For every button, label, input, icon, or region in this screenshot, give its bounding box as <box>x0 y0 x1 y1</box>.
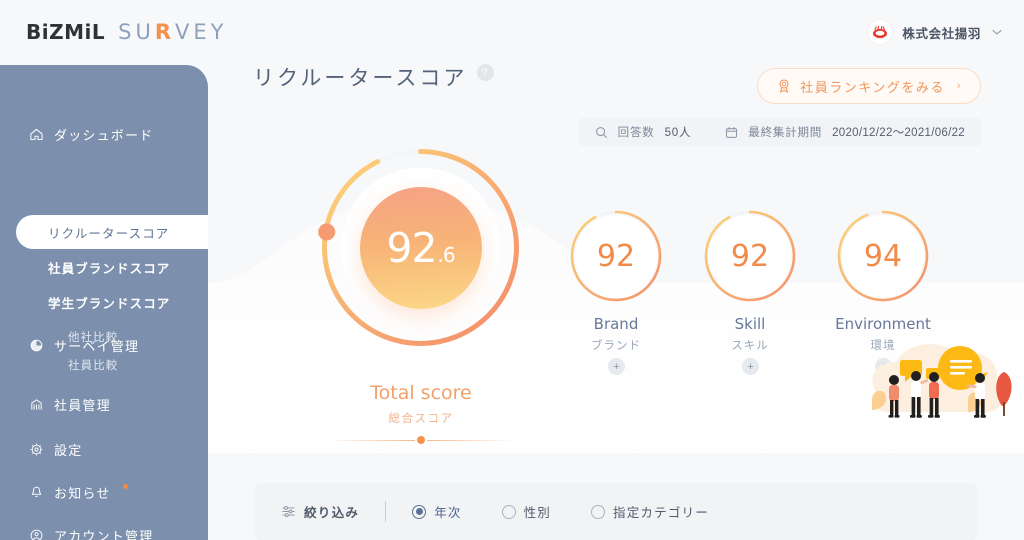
search-icon <box>595 126 608 139</box>
radio-icon-category[interactable] <box>591 504 606 519</box>
filter-label-group: 絞り込み <box>281 502 359 521</box>
filter-icon <box>281 504 296 519</box>
page-title-text: リクルータースコア <box>253 67 468 90</box>
skill-gauge: 92 <box>702 208 798 304</box>
period-value: 2020/12/22〜2021/06/22 <box>832 127 965 139</box>
brand-expand-button[interactable]: + <box>608 358 625 375</box>
filter-label-text: 絞り込み <box>304 506 360 520</box>
brand-gauge-name-jp: ブランド <box>591 340 641 352</box>
sidebar-item-settings[interactable]: 設定 <box>0 432 82 466</box>
people-illustration <box>864 330 1024 438</box>
help-icon[interactable]: ? <box>477 64 495 81</box>
sidebar-item-recruiter-score[interactable]: リクルータースコア <box>16 215 208 249</box>
responses-value: 50人 <box>664 127 692 139</box>
sidebar-item-student-brand-score-label: 学生ブランドスコア <box>48 296 171 311</box>
filter-option-nenji-label: 年次 <box>434 506 462 520</box>
sidebar-item-dashboard-label: ダッシュボード <box>54 127 154 143</box>
sidebar-item-account-management[interactable]: アカウント管理 <box>0 518 153 540</box>
filter-option-category[interactable]: 指定カテゴリー <box>591 502 709 521</box>
filter-option-category-label: 指定カテゴリー <box>613 506 709 520</box>
survey-icon <box>28 337 44 353</box>
sidebar-item-survey-management[interactable]: サーベイ管理 <box>0 328 139 362</box>
filter-divider <box>385 501 387 522</box>
sidebar-item-employee-brand-score[interactable]: 社員ブランドスコア <box>0 250 170 284</box>
main-content: リクルータースコア ? 社員ランキングをみる › 回答数 50人 最終集計期間 … <box>208 0 1024 540</box>
logo-survey-r: R <box>154 20 175 44</box>
total-score-value: 92.6 <box>386 223 456 272</box>
view-employee-ranking-button[interactable]: 社員ランキングをみる › <box>757 68 981 104</box>
gear-icon <box>28 441 44 457</box>
carousel-line-right <box>427 439 515 441</box>
responses-label: 回答数 <box>617 127 655 139</box>
sidebar-item-employee-management[interactable]: 社員管理 <box>0 387 111 421</box>
home-icon <box>28 126 44 142</box>
view-employee-ranking-label: 社員ランキングをみる <box>800 79 945 95</box>
total-score-integer: 92 <box>386 223 437 272</box>
page-title: リクルータースコア ? <box>253 62 495 92</box>
total-score-label-jp: 総合スコア <box>388 413 454 425</box>
logo-bizmil-text: BiZMiL <box>26 20 106 44</box>
skill-gauge-name: Skill <box>734 315 766 333</box>
environment-gauge-value: 94 <box>863 238 903 274</box>
sidebar-item-employee-brand-score-label: 社員ブランドスコア <box>48 261 171 276</box>
total-score-decimal: .6 <box>437 242 456 267</box>
brand-gauge-name: Brand <box>593 315 639 333</box>
radio-icon-nenji[interactable] <box>412 504 427 519</box>
skill-expand-button[interactable]: + <box>742 358 759 375</box>
logo-survey-part-a: SU <box>118 20 155 44</box>
app-logo[interactable]: BiZMiL SU R VEY <box>26 20 227 44</box>
skill-gauge-name-jp: スキル <box>731 340 769 352</box>
sidebar: ダッシュボード リクルータースコア 社員ブランドスコア 学生ブランドスコア 他社… <box>0 65 208 540</box>
radio-icon-gender[interactable] <box>501 504 516 519</box>
sidebar-item-survey-management-label: サーベイ管理 <box>54 338 140 354</box>
sidebar-item-settings-label: 設定 <box>54 442 83 458</box>
chevron-right-icon: › <box>956 80 962 92</box>
brand-gauge: 92 <box>568 208 664 304</box>
carousel-indicator[interactable] <box>311 436 531 444</box>
employees-icon <box>28 396 44 412</box>
brand-gauge-value: 92 <box>596 238 636 274</box>
sidebar-item-account-management-label: アカウント管理 <box>54 528 154 540</box>
app-root: BiZMiL SU R VEY 株式会社揚羽 ダッシュボード リクルータースコア… <box>0 0 1024 540</box>
carousel-dot-active[interactable] <box>417 436 425 444</box>
sidebar-item-notifications-label: お知らせ <box>54 485 111 501</box>
filter-option-nenji[interactable]: 年次 <box>412 502 461 521</box>
sidebar-item-dashboard[interactable]: ダッシュボード <box>0 117 208 151</box>
account-icon <box>28 527 44 540</box>
bell-icon <box>28 484 44 500</box>
total-score-gauge: 92.6 <box>313 140 528 355</box>
filter-option-gender[interactable]: 性別 <box>501 502 552 521</box>
environment-gauge: 94 <box>835 208 931 304</box>
carousel-line-left <box>327 439 415 441</box>
medal-icon <box>776 78 792 94</box>
skill-gauge-value: 92 <box>730 238 770 274</box>
summary-info-bar: 回答数 50人 最終集計期間 2020/12/22〜2021/06/22 <box>578 118 981 146</box>
sidebar-item-student-brand-score[interactable]: 学生ブランドスコア <box>0 285 170 319</box>
filter-option-gender-label: 性別 <box>523 506 552 520</box>
calendar-icon <box>725 126 738 139</box>
period-label: 最終集計期間 <box>748 127 823 139</box>
notification-badge-dot <box>122 483 128 489</box>
sidebar-item-notifications[interactable]: お知らせ <box>0 475 128 509</box>
total-score-label: Total score <box>370 382 472 404</box>
total-score-value-circle: 92.6 <box>359 186 482 309</box>
sidebar-item-recruiter-score-label: リクルータースコア <box>48 226 170 241</box>
filter-panel: 絞り込み 年次 性別 指定カテゴリー <box>255 483 977 540</box>
sidebar-item-employee-management-label: 社員管理 <box>54 397 111 413</box>
